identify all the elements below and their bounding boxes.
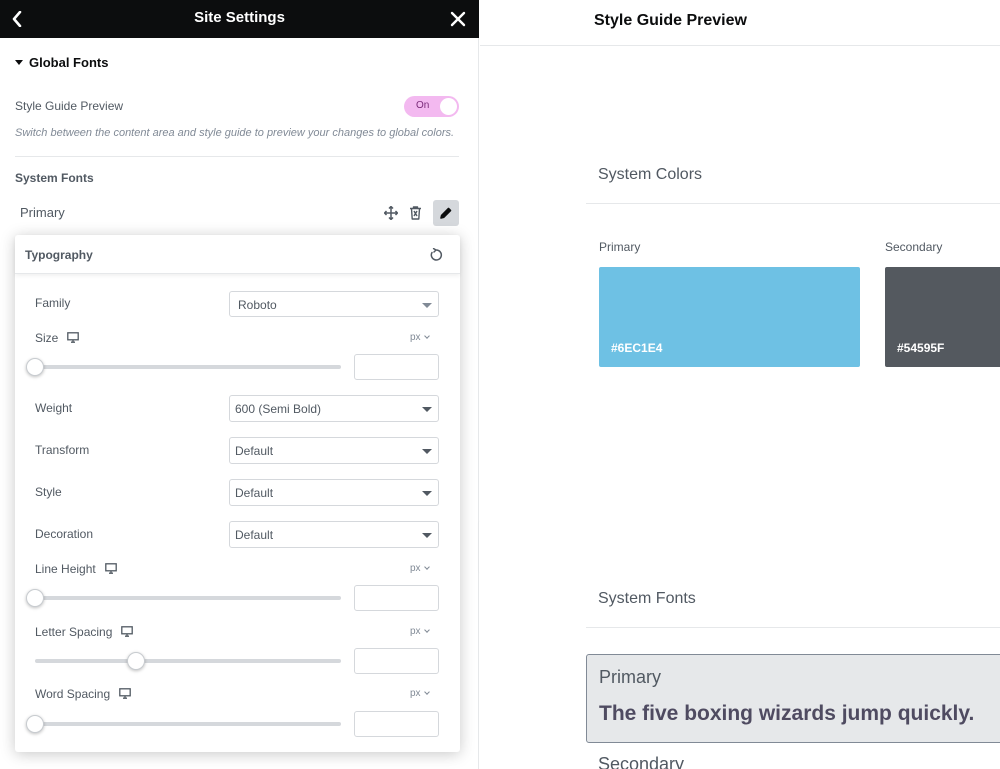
family-label: Family <box>35 296 71 310</box>
style-guide-preview-toggle[interactable]: On <box>404 96 459 117</box>
chevron-down-icon <box>423 627 430 633</box>
slider-handle[interactable] <box>26 589 44 607</box>
transform-select[interactable]: Default <box>229 437 439 464</box>
toggle-text: On <box>416 100 430 111</box>
letter-spacing-slider[interactable] <box>35 652 341 670</box>
caret-down-icon <box>15 60 23 65</box>
weight-value: 600 (Semi Bold) <box>235 402 322 416</box>
delete-icon[interactable] <box>405 203 425 223</box>
decoration-value: Default <box>235 528 274 542</box>
dropdown-arrow-icon <box>422 407 432 412</box>
slider-handle[interactable] <box>26 358 44 376</box>
popover-header: Typography <box>15 235 460 274</box>
dropdown-arrow-icon <box>422 449 432 454</box>
font-item-label: Primary <box>20 205 65 220</box>
divider <box>15 156 459 157</box>
letter-spacing-unit: px <box>410 626 421 637</box>
size-unit-select[interactable]: px <box>410 332 430 343</box>
letter-spacing-label-row: Letter Spacing <box>35 625 134 640</box>
chevron-down-icon <box>423 689 430 695</box>
weight-label: Weight <box>35 401 73 415</box>
size-slider[interactable] <box>26 358 341 376</box>
section-title: Global Fonts <box>29 55 109 70</box>
dropdown-arrow-icon <box>422 533 432 538</box>
line-height-input[interactable] <box>354 585 439 611</box>
divider <box>586 203 1000 204</box>
transform-value: Default <box>235 444 274 458</box>
style-label: Style <box>35 485 62 499</box>
word-spacing-slider[interactable] <box>26 715 341 733</box>
color-swatch-secondary[interactable]: #54595F <box>885 267 1000 367</box>
system-fonts-preview-heading: System Fonts <box>598 590 696 607</box>
size-label-row: Size <box>35 331 80 346</box>
word-spacing-label: Word Spacing <box>35 687 111 701</box>
font-preview-card-primary[interactable]: Primary The five boxing wizards jump qui… <box>586 654 1000 743</box>
edit-pencil-icon[interactable] <box>433 200 459 226</box>
style-guide-preview-description: Switch between the content area and styl… <box>15 127 455 139</box>
word-spacing-unit-select[interactable]: px <box>410 688 430 699</box>
panel-header: Site Settings <box>0 0 479 38</box>
divider <box>586 627 1000 628</box>
weight-select[interactable]: 600 (Semi Bold) <box>229 395 439 422</box>
move-icon[interactable] <box>381 203 401 223</box>
chevron-down-icon <box>423 564 430 570</box>
line-height-unit: px <box>410 563 421 574</box>
decoration-label: Decoration <box>35 527 94 541</box>
slider-handle[interactable] <box>26 715 44 733</box>
reset-icon[interactable] <box>425 244 447 266</box>
color-hex-secondary: #54595F <box>897 341 945 355</box>
system-fonts-heading: System Fonts <box>15 171 94 185</box>
preview-title: Style Guide Preview <box>594 12 747 29</box>
color-label-primary: Primary <box>599 240 641 254</box>
style-select[interactable]: Default <box>229 479 439 506</box>
word-spacing-unit: px <box>410 688 421 699</box>
font-card-sample: The five boxing wizards jump quickly. <box>599 702 975 725</box>
size-unit: px <box>410 332 421 343</box>
panel-title: Site Settings <box>194 9 285 26</box>
global-fonts-section-toggle[interactable]: Global Fonts <box>15 55 108 70</box>
color-hex-primary: #6EC1E4 <box>611 341 663 355</box>
family-value: Roboto <box>238 298 277 312</box>
preview-header: Style Guide Preview <box>480 0 1000 46</box>
style-guide-preview-label: Style Guide Preview <box>15 99 124 113</box>
transform-label: Transform <box>35 443 90 457</box>
system-colors-heading: System Colors <box>598 166 703 183</box>
toggle-knob <box>440 98 457 115</box>
word-spacing-label-row: Word Spacing <box>35 687 132 702</box>
close-icon[interactable] <box>447 8 469 30</box>
letter-spacing-unit-select[interactable]: px <box>410 626 430 637</box>
desktop-monitor-icon[interactable] <box>119 688 132 702</box>
decoration-select[interactable]: Default <box>229 521 439 548</box>
style-guide-preview-area: Style Guide Preview System Colors Primar… <box>480 0 1000 769</box>
font-card-name: Primary <box>599 667 661 687</box>
letter-spacing-label: Letter Spacing <box>35 625 113 639</box>
dropdown-arrow-icon <box>422 303 432 308</box>
size-label: Size <box>35 331 59 345</box>
desktop-monitor-icon[interactable] <box>121 626 134 640</box>
line-height-label-row: Line Height <box>35 562 117 577</box>
font-card-name-secondary: Secondary <box>598 754 685 769</box>
letter-spacing-input[interactable] <box>354 648 439 674</box>
color-swatch-primary[interactable]: #6EC1E4 <box>599 267 860 367</box>
style-value: Default <box>235 486 274 500</box>
size-input[interactable] <box>354 354 439 380</box>
typography-popover: Typography Family Roboto Size px Weight … <box>15 235 460 752</box>
line-height-slider[interactable] <box>26 589 341 607</box>
popover-title: Typography <box>25 248 93 262</box>
word-spacing-input[interactable] <box>354 711 439 737</box>
color-label-secondary: Secondary <box>885 240 943 254</box>
family-select[interactable]: Roboto <box>229 291 439 317</box>
slider-handle[interactable] <box>126 652 145 670</box>
dropdown-arrow-icon <box>422 491 432 496</box>
line-height-unit-select[interactable]: px <box>410 563 430 574</box>
line-height-label: Line Height <box>35 562 96 576</box>
desktop-monitor-icon[interactable] <box>104 563 117 577</box>
desktop-monitor-icon[interactable] <box>67 332 80 346</box>
chevron-down-icon <box>423 333 430 339</box>
